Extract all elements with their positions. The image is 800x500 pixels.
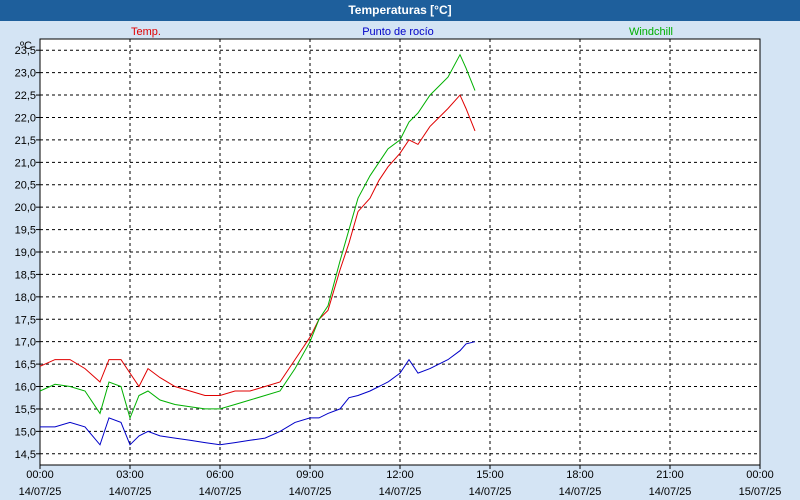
y-tick-label: 19,0 <box>15 247 36 259</box>
x-tick-time-label: 15:00 <box>476 469 504 481</box>
temperature-chart: 14,5 15,0 15,5 16,0 16,5 17,0 17,5 18,0 18,5 19,0… <box>15 26 782 498</box>
x-tick-time-label: 00:00 <box>26 469 54 481</box>
x-tick-date-label: 14/07/25 <box>19 486 62 498</box>
legend: Temp. Punto de rocío Windchill <box>131 26 673 38</box>
x-tick-date-label: 14/07/25 <box>379 486 422 498</box>
x-tick-date-label: 14/07/25 <box>559 486 602 498</box>
x-tick-time-label: 12:00 <box>386 469 414 481</box>
y-tick-label: 14,5 <box>15 449 36 461</box>
legend-item-0: Temp. <box>131 26 161 38</box>
x-tick-date-label: 14/07/25 <box>469 486 512 498</box>
y-tick-label: 22,5 <box>15 90 36 102</box>
x-tick-date-label: 14/07/25 <box>649 486 692 498</box>
y-tick-label: 19,5 <box>15 225 36 237</box>
y-tick-label: 15,0 <box>15 426 36 438</box>
x-tick-time-label: 00:00 <box>746 469 774 481</box>
legend-item-2: Windchill <box>629 26 673 38</box>
y-tick-label: 23,0 <box>15 68 36 80</box>
y-unit-label: ºC <box>20 40 32 52</box>
y-tick-label: 17,5 <box>15 314 36 326</box>
x-tick-date-label: 15/07/25 <box>739 486 782 498</box>
y-tick-label: 16,0 <box>15 382 36 394</box>
y-axis: 14,5 15,0 15,5 16,0 16,5 17,0 17,5 18,0 18,5 19,0… <box>15 40 40 461</box>
x-tick-time-label: 18:00 <box>566 469 594 481</box>
x-tick-date-label: 14/07/25 <box>109 486 152 498</box>
x-tick-time-label: 09:00 <box>296 469 324 481</box>
y-tick-label: 22,0 <box>15 112 36 124</box>
y-tick-label: 16,5 <box>15 359 36 371</box>
y-tick-label: 21,5 <box>15 135 36 147</box>
y-tick-label: 18,0 <box>15 292 36 304</box>
y-tick-label: 21,0 <box>15 157 36 169</box>
x-tick-date-label: 14/07/25 <box>199 486 242 498</box>
y-tick-label: 20,0 <box>15 202 36 214</box>
x-tick-date-label: 14/07/25 <box>289 486 332 498</box>
y-tick-label: 17,0 <box>15 337 36 349</box>
y-tick-label: 18,5 <box>15 269 36 281</box>
x-axis: 00:00 14/07/25 03:00 14/07/25 06:00 14/07/25 0… <box>19 465 782 498</box>
chart-title: Temperaturas [°C] <box>0 0 800 21</box>
y-tick-label: 15,5 <box>15 404 36 416</box>
x-tick-time-label: 21:00 <box>656 469 684 481</box>
y-tick-label: 20,5 <box>15 180 36 192</box>
legend-item-1: Punto de rocío <box>362 26 434 38</box>
x-tick-time-label: 06:00 <box>206 469 234 481</box>
x-tick-time-label: 03:00 <box>116 469 144 481</box>
